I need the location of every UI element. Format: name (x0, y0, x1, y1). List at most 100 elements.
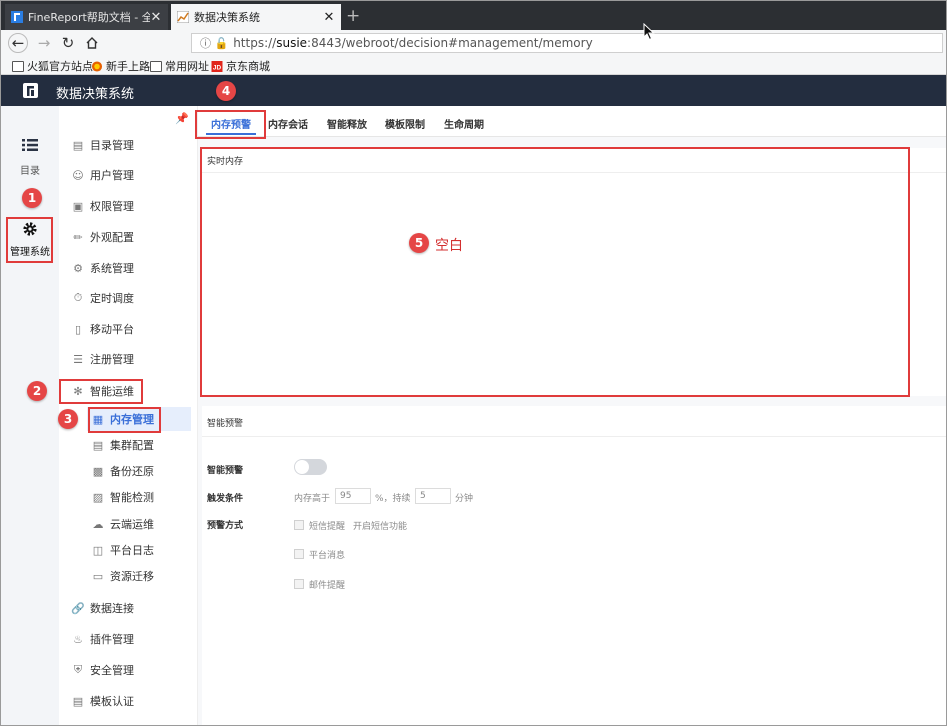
sidebar-item-label: 移动平台 (90, 323, 134, 336)
email-label: 邮件提醒 (309, 581, 346, 591)
section-title: 智能预警 (207, 419, 244, 429)
certificate-icon: ▤ (72, 694, 84, 708)
sidebar-item-label: 用户管理 (90, 169, 134, 182)
smart-alert-label: 智能预警 (207, 466, 244, 476)
sidebar-subitem-cluster[interactable]: ▤ 集群配置 (59, 433, 197, 457)
memory-tabs: 内存预警 内存会话 智能释放 模板限制 生命周期 (198, 106, 946, 137)
bookmark-common-urls[interactable]: 常用网址 (150, 58, 209, 74)
sidebar-item-label: 定时调度 (90, 292, 134, 305)
bookmark-label: 京东商城 (226, 60, 270, 73)
sidebar-subitem-backup[interactable]: ▩ 备份还原 (59, 459, 197, 483)
smart-alert-toggle[interactable] (294, 459, 327, 475)
sidebar-item-label: 云端运维 (110, 518, 154, 531)
sidebar-item-security[interactable]: ⛨ 安全管理 (59, 658, 197, 682)
detect-icon: ▨ (92, 490, 104, 504)
new-tab-button[interactable]: + (346, 6, 360, 26)
sidebar-subitem-cloud[interactable]: ☁ 云端运维 (59, 512, 197, 536)
sidebar-item-label: 智能检测 (110, 491, 154, 504)
url-bar[interactable]: ⓘ 🔓 https://susie:8443/webroot/decision#… (191, 33, 943, 53)
email-checkbox[interactable] (294, 579, 304, 589)
annotation-box-smart-ops (59, 379, 143, 404)
folder-icon (150, 60, 162, 72)
arrow-left-icon: ← (11, 34, 25, 52)
close-icon[interactable]: ✕ (323, 10, 335, 25)
tab-smart-release[interactable]: 智能释放 (327, 116, 367, 131)
home-button[interactable] (82, 33, 102, 53)
sidebar-item-catalog[interactable]: ▤ 目录管理 (59, 133, 197, 157)
tab-lifecycle[interactable]: 生命周期 (444, 116, 484, 131)
annotation-box-memory (88, 407, 161, 433)
sidebar-item-permissions[interactable]: ▣ 权限管理 (59, 194, 197, 218)
sidebar-item-label: 插件管理 (90, 633, 134, 646)
gear-icon: ⚙ (73, 261, 83, 275)
duration-input[interactable]: 5 (415, 488, 451, 504)
browser-tab-title: FineReport帮助文档 - 全面的报 (28, 11, 150, 24)
window-frame: FineReport帮助文档 - 全面的报 ✕ 数据决策系统 ✕ + ← → ↻… (0, 0, 947, 726)
sms-enable-link[interactable]: 开启短信功能 (353, 519, 407, 532)
platform-message-label: 平台消息 (309, 551, 346, 561)
cloud-icon: ☁ (92, 517, 104, 531)
platform-message-checkbox[interactable] (294, 549, 304, 559)
sidebar-item-data-connection[interactable]: 🔗 数据连接 (59, 596, 197, 620)
close-icon[interactable]: ✕ (150, 10, 162, 25)
browser-tab-help[interactable]: FineReport帮助文档 - 全面的报 ✕ (5, 4, 168, 30)
tab-template-limit[interactable]: 模板限制 (385, 116, 425, 131)
annotation-box-admin (6, 217, 53, 263)
annotation-badge-3: 3 (58, 409, 78, 429)
home-icon (86, 37, 98, 49)
browser-tab-title: 数据决策系统 (194, 11, 260, 24)
app-logo-icon (23, 83, 38, 98)
sidebar-item-mobile[interactable]: ▯ 移动平台 (59, 317, 197, 341)
forward-button[interactable]: → (34, 33, 54, 53)
sidebar-item-label: 数据连接 (90, 602, 134, 615)
blank-annotation-label: 空白 (435, 238, 463, 254)
sidebar-item-template-auth[interactable]: ▤ 模板认证 (59, 689, 197, 713)
sidebar-item-register[interactable]: ☰ 注册管理 (59, 347, 197, 371)
reload-button[interactable]: ↻ (58, 33, 78, 53)
sms-checkbox[interactable] (294, 520, 304, 530)
tab-memory-session[interactable]: 内存会话 (268, 116, 308, 131)
url-scheme: https:// (233, 36, 277, 50)
sidebar-item-users[interactable]: ☺ 用户管理 (59, 163, 197, 187)
trigger-middle: %，持续 (375, 494, 411, 504)
folder-icon (12, 60, 24, 72)
bookmarks-bar: 火狐官方站点 新手上路 常用网址 JD 京东商城 (1, 56, 946, 75)
sidebar-subitem-migrate[interactable]: ▭ 资源迁移 (59, 564, 197, 588)
rail-item-catalog[interactable]: 目录 (1, 138, 59, 177)
bookmark-getting-started[interactable]: 新手上路 (91, 58, 150, 74)
cluster-icon: ▤ (92, 438, 104, 452)
lock-icon: ▣ (72, 199, 84, 213)
shield-icon: ⛨ (73, 663, 83, 676)
rail-label: 目录 (20, 166, 40, 177)
bookmark-label: 常用网址 (165, 60, 209, 73)
sidebar-subitem-log[interactable]: ◫ 平台日志 (59, 538, 197, 562)
sidebar-item-appearance[interactable]: ✏ 外观配置 (59, 225, 197, 249)
memory-threshold-input[interactable]: 95 (335, 488, 371, 504)
sidebar-item-label: 平台日志 (110, 544, 154, 557)
bookmark-label: 新手上路 (106, 60, 150, 73)
mobile-icon: ▯ (74, 322, 82, 336)
browser-tab-decision[interactable]: 数据决策系统 ✕ (171, 4, 341, 30)
bookmark-firefox-site[interactable]: 火狐官方站点 (12, 58, 93, 74)
backup-icon: ▩ (92, 464, 104, 478)
firefox-icon (91, 60, 103, 72)
log-icon: ◫ (92, 543, 104, 557)
sidebar-item-plugins[interactable]: ♨ 插件管理 (59, 627, 197, 651)
annotation-badge-1: 1 (22, 188, 42, 208)
sidebar-item-schedule[interactable]: ⏱ 定时调度 (59, 286, 197, 310)
timer-icon: ⏱ (73, 291, 83, 304)
annotation-box-memory-alert-tab (195, 110, 266, 139)
app-title: 数据决策系统 (56, 87, 135, 102)
user-icon: ☺ (72, 168, 84, 182)
bookmark-jd[interactable]: JD 京东商城 (211, 58, 270, 74)
sidebar-item-system[interactable]: ⚙ 系统管理 (59, 256, 197, 280)
finereport-icon (11, 11, 23, 23)
back-button[interactable]: ← (8, 33, 28, 53)
pin-icon[interactable]: 📌 (175, 112, 189, 125)
app-header: 数据决策系统 (1, 75, 946, 106)
sidebar-item-label: 系统管理 (90, 262, 134, 275)
sidebar-item-label: 备份还原 (110, 465, 154, 478)
svg-text:JD: JD (213, 64, 222, 71)
sidebar-subitem-detect[interactable]: ▨ 智能检测 (59, 485, 197, 509)
sms-label: 短信提醒 (309, 522, 346, 532)
